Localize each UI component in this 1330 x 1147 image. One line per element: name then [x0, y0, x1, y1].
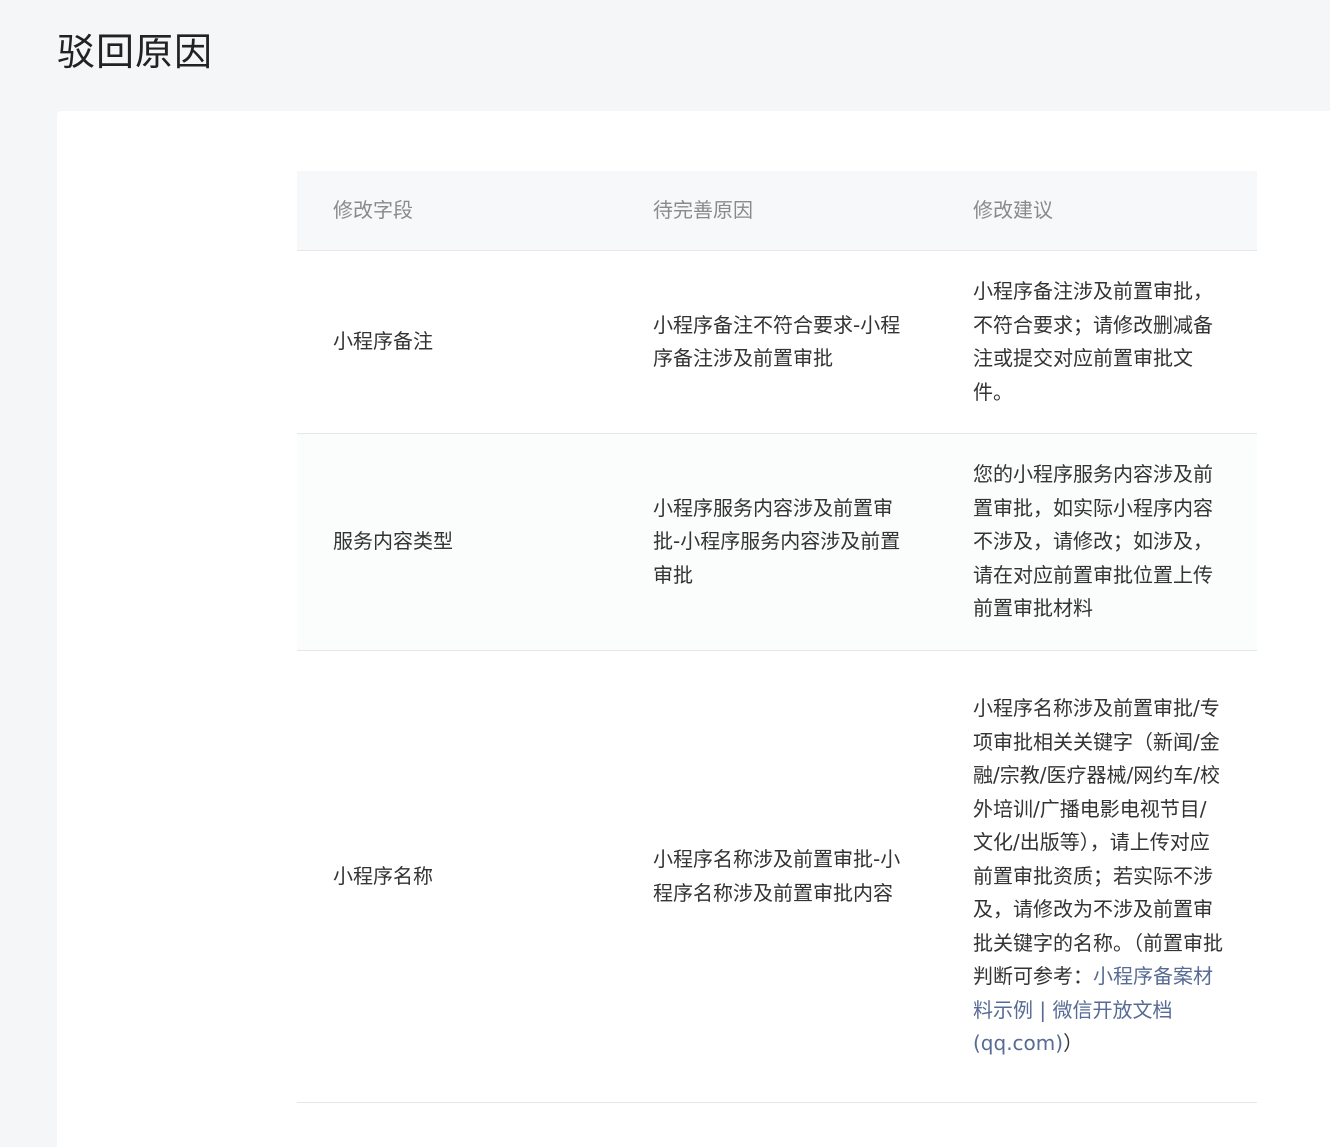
reason-cell: 小程序备注不符合要求-小程序备注涉及前置审批 [653, 312, 901, 371]
header-field: 修改字段 [333, 197, 413, 222]
reason-cell: 小程序名称涉及前置审批-小程序名称涉及前置审批内容 [653, 847, 901, 905]
suggestion-suffix: ） [1063, 1031, 1084, 1056]
field-cell: 服务内容类型 [333, 529, 453, 554]
table-header: 修改字段 待完善原因 修改建议 [297, 171, 1257, 251]
table-row: 小程序备注 小程序备注不符合要求-小程序备注涉及前置审批 小程序备注涉及前置审批… [297, 251, 1257, 434]
suggestion-cell: 小程序名称涉及前置审批/专项审批相关关键字（新闻/金融/宗教/医疗器械/网约车/… [937, 651, 1257, 1102]
header-suggestion: 修改建议 [973, 197, 1053, 222]
table-row: 服务内容类型 小程序服务内容涉及前置审批-小程序服务内容涉及前置审批 您的小程序… [297, 434, 1257, 651]
content-card: 修改字段 待完善原因 修改建议 小程序备注 小程序备注不符合要求-小程序备注涉及… [57, 111, 1330, 1147]
rejection-reasons-table: 修改字段 待完善原因 修改建议 小程序备注 小程序备注不符合要求-小程序备注涉及… [297, 171, 1257, 1103]
field-cell: 小程序名称 [333, 863, 433, 888]
suggestion-cell: 您的小程序服务内容涉及前置审批，如实际小程序内容不涉及，请修改；如涉及，请在对应… [973, 462, 1213, 621]
reason-cell: 小程序服务内容涉及前置审批-小程序服务内容涉及前置审批 [653, 495, 901, 587]
header-reason: 待完善原因 [653, 197, 753, 222]
page-title: 驳回原因 [57, 30, 214, 74]
field-cell: 小程序备注 [333, 329, 433, 354]
table-row: 小程序名称 小程序名称涉及前置审批-小程序名称涉及前置审批内容 小程序名称涉及前… [297, 651, 1257, 1103]
suggestion-text: 小程序名称涉及前置审批/专项审批相关关键字（新闻/金融/宗教/医疗器械/网约车/… [973, 696, 1223, 989]
suggestion-cell: 小程序备注涉及前置审批，不符合要求；请修改删减备注或提交对应前置审批文件。 [973, 279, 1213, 404]
